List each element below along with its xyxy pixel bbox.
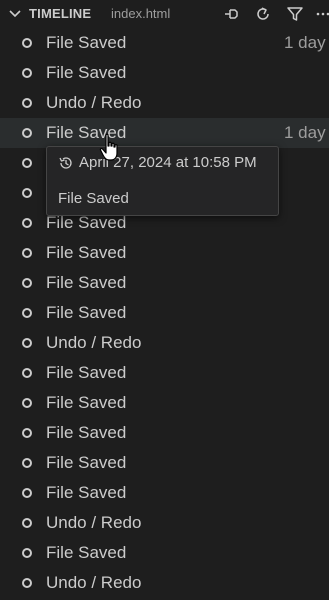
panel-subtitle: index.html: [111, 6, 171, 21]
circle-icon: [22, 548, 32, 558]
panel-title: TIMELINE: [29, 6, 92, 21]
timeline-item-label: File Saved: [46, 543, 127, 562]
filter-icon[interactable]: [285, 4, 305, 24]
circle-icon: [22, 38, 32, 48]
circle-icon: [22, 578, 32, 588]
circle-icon: [22, 308, 32, 318]
circle-icon: [22, 368, 32, 378]
refresh-icon[interactable]: [253, 4, 273, 24]
circle-icon: [22, 248, 32, 258]
circle-icon: [22, 278, 32, 288]
timeline-item-label: File Saved: [46, 393, 127, 412]
timeline-list: File Saved 1 day File Saved Undo / Redo File…: [0, 28, 329, 598]
circle-icon: [22, 188, 32, 198]
circle-icon: [22, 518, 32, 528]
timeline-item[interactable]: File Saved: [0, 268, 329, 298]
timeline-item[interactable]: Undo / Redo: [0, 568, 329, 598]
timeline-item[interactable]: File Saved: [0, 298, 329, 328]
timeline-item-label: File Saved: [46, 243, 127, 262]
circle-icon: [22, 68, 32, 78]
timeline-item-label: File Saved: [46, 273, 127, 292]
timeline-item[interactable]: Undo / Redo: [0, 88, 329, 118]
circle-icon: [22, 338, 32, 348]
timeline-item[interactable]: File Saved: [0, 538, 329, 568]
timeline-item[interactable]: File Saved 1 day: [0, 118, 329, 148]
chevron-down-icon[interactable]: [8, 8, 22, 20]
timeline-item-label: File Saved: [46, 303, 127, 322]
timeline-item-label: File Saved: [46, 423, 127, 442]
hand-cursor-icon: [99, 133, 118, 161]
circle-icon: [22, 218, 32, 228]
timeline-item-label: File Saved: [46, 453, 127, 472]
timeline-item[interactable]: File Saved: [0, 448, 329, 478]
timeline-item-label: Undo / Redo: [46, 573, 142, 592]
timeline-item-label: File Saved: [46, 363, 127, 382]
circle-icon: [22, 98, 32, 108]
timeline-item-label: Undo / Redo: [46, 93, 142, 112]
timeline-item[interactable]: Undo / Redo: [0, 328, 329, 358]
timeline-item[interactable]: File Saved: [0, 358, 329, 388]
timeline-item-description: 1 day: [284, 123, 326, 142]
pin-icon[interactable]: [221, 4, 241, 24]
timeline-item[interactable]: File Saved: [0, 388, 329, 418]
timeline-item[interactable]: Undo / Redo: [0, 508, 329, 538]
timeline-item-label: File Saved: [46, 483, 127, 502]
tooltip-text: File Saved: [58, 190, 129, 207]
circle-icon: [22, 398, 32, 408]
circle-icon: [22, 128, 32, 138]
timeline-header[interactable]: TIMELINE index.html: [0, 0, 329, 28]
timeline-item-label: File Saved: [46, 63, 127, 82]
circle-icon: [22, 158, 32, 168]
circle-icon: [22, 458, 32, 468]
timeline-item[interactable]: File Saved 1 day: [0, 28, 329, 58]
history-icon: [59, 157, 72, 169]
more-icon[interactable]: [313, 4, 329, 24]
timeline-item-description: 1 day: [284, 33, 326, 52]
timeline-item-label: File Saved: [46, 213, 127, 232]
timeline-item-label: Undo / Redo: [46, 333, 142, 352]
tooltip: April 27, 2024 at 10:58 PM File Saved: [46, 146, 279, 216]
timeline-item[interactable]: File Saved: [0, 238, 329, 268]
timeline-item-label: File Saved: [46, 33, 127, 52]
circle-icon: [22, 428, 32, 438]
timeline-item[interactable]: File Saved: [0, 478, 329, 508]
timeline-item[interactable]: File Saved: [0, 58, 329, 88]
circle-icon: [22, 488, 32, 498]
timeline-item-label: Undo / Redo: [46, 513, 142, 532]
timeline-panel: TIMELINE index.html File Saved 1 day Fil…: [0, 0, 329, 600]
timeline-item[interactable]: File Saved: [0, 418, 329, 448]
